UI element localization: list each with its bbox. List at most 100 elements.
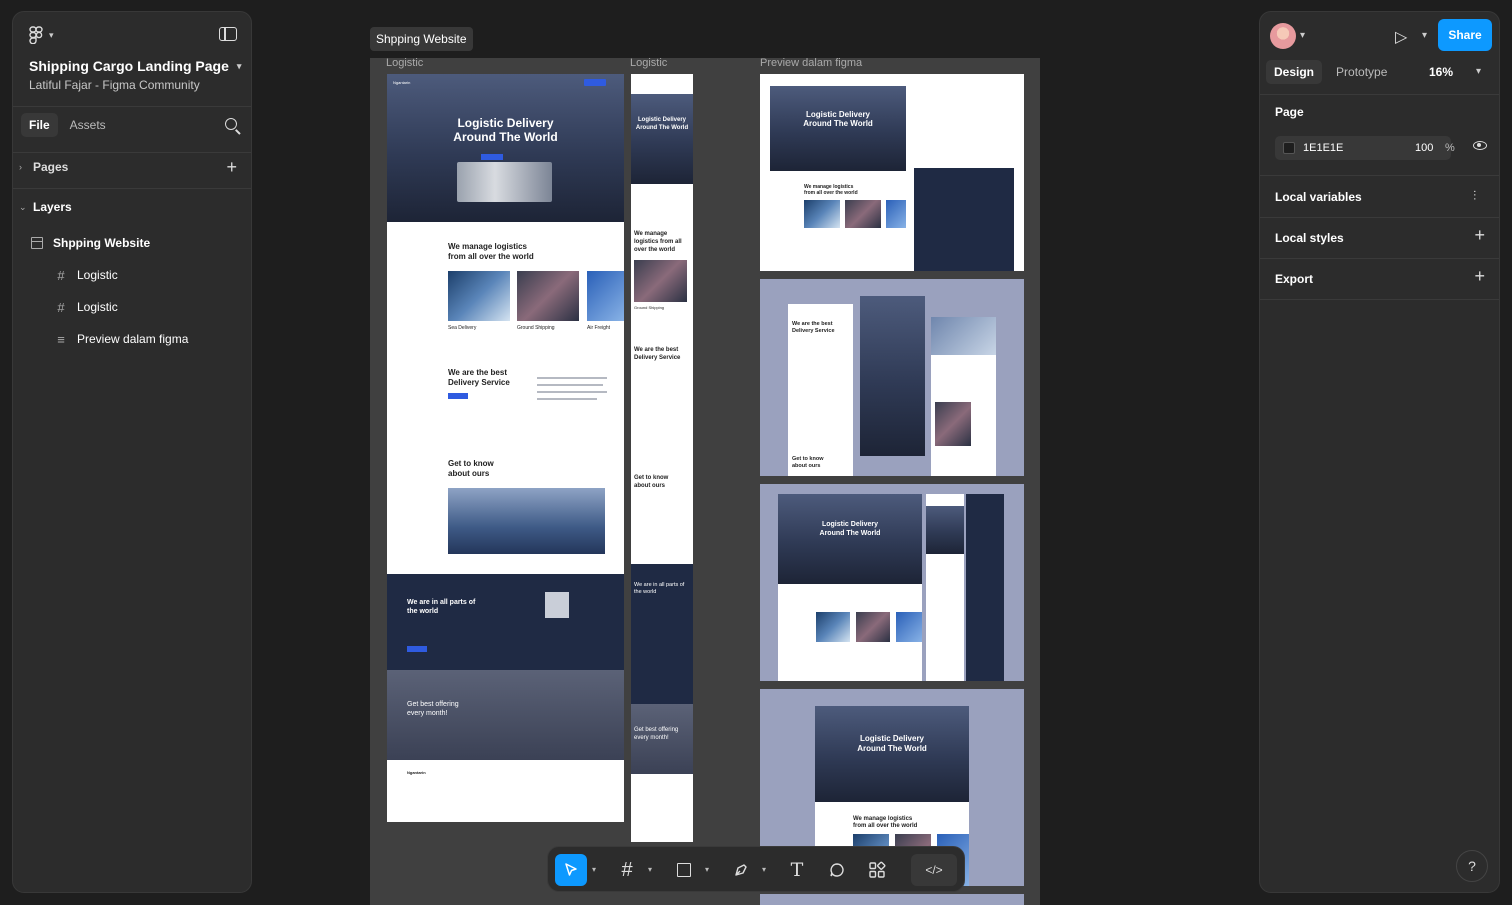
variables-icon[interactable]: ⫶ [1473, 188, 1476, 204]
present-play-icon[interactable]: ▷ [1395, 27, 1407, 47]
chevron-down-icon[interactable]: ▾ [648, 865, 652, 874]
share-button[interactable]: Share [1438, 19, 1492, 51]
preview-hero-title: Logistic Delivery Around The World [770, 110, 906, 128]
heading-line: Delivery Service [448, 378, 510, 387]
hero-title: Logistic Delivery Around The World [387, 116, 624, 144]
tab-file[interactable]: File [21, 113, 58, 137]
chevron-down-icon[interactable]: ▾ [1476, 66, 1481, 77]
components-tool-button[interactable] [861, 854, 893, 886]
heading-line: Get best offering [407, 701, 459, 708]
frame-label[interactable]: Preview dalam figma [760, 57, 862, 69]
layer-item-frame[interactable]: # Logistic [13, 261, 251, 289]
chevron-down-icon[interactable]: ▾ [592, 865, 596, 874]
layer-item-frame[interactable]: # Logistic [13, 293, 251, 321]
sea-photo [448, 271, 510, 321]
chevron-down-icon: ⌄ [19, 201, 27, 212]
layer-item-section[interactable]: Shpping Website [13, 229, 251, 257]
mobile-offer-heading: Get best offering every month! [634, 726, 678, 742]
add-export-icon[interactable]: + [1474, 266, 1485, 287]
chevron-down-icon[interactable]: ▾ [1422, 30, 1427, 41]
add-page-icon[interactable]: + [226, 157, 237, 178]
figma-menu-button[interactable]: ▾ [29, 26, 54, 44]
preview-thumbnail-3[interactable]: Logistic Delivery Around The World [760, 484, 1024, 681]
search-icon[interactable] [225, 118, 237, 130]
preview-thumbnail-5[interactable] [760, 894, 1024, 905]
heading-line: the world [407, 608, 439, 615]
preview-manage-heading: We manage logistics from all over the wo… [804, 184, 858, 196]
offer-section: Get best offering every month! [387, 670, 624, 760]
pages-section-header[interactable]: › Pages + [13, 155, 251, 179]
pen-tool-button[interactable] [725, 854, 757, 886]
frame-icon: # [57, 267, 65, 283]
right-panel: ▾ ▷ ▾ Share Design Prototype 16% ▾ Page … [1259, 11, 1500, 893]
heading-line: We manage logistics [448, 242, 527, 251]
avatar[interactable] [1270, 23, 1296, 49]
tab-design[interactable]: Design [1266, 60, 1323, 84]
left-tabs: File Assets [21, 113, 114, 137]
mobile-best-heading: We are the best Delivery Service [634, 346, 680, 362]
chevron-down-icon[interactable]: ▾ [705, 865, 709, 874]
preview-desktop: Logistic Delivery Around The World [778, 494, 922, 681]
service-label: Air Freight [587, 325, 611, 331]
heading-line: about ours [448, 469, 490, 478]
section-tag[interactable]: Shpping Website [370, 27, 473, 51]
file-title[interactable]: Shipping Cargo Landing Page ▾ [29, 58, 241, 74]
layer-label: Shpping Website [53, 236, 151, 250]
canvas[interactable]: ▾ Shipping Cargo Landing Page ▾ Latiful … [0, 0, 1512, 905]
preview-hero-title: Logistic Delivery Around The World [815, 734, 969, 754]
section-frame[interactable]: Logistic Logistic Preview dalam figma Ng… [370, 57, 1040, 905]
preview-hero: Logistic Delivery Around The World [778, 494, 922, 584]
export-label[interactable]: Export [1275, 272, 1313, 286]
design-tabs: Design Prototype [1266, 60, 1395, 84]
preview-hero: Logistic Delivery Around The World [770, 86, 906, 171]
heading-line: from all over the world [853, 823, 918, 829]
layer-item-text[interactable]: ≡ Preview dalam figma [13, 325, 251, 353]
local-styles-label[interactable]: Local styles [1275, 231, 1344, 245]
move-tool-button[interactable] [555, 854, 587, 886]
mobile-hero: Logistic Delivery Around The World [631, 94, 693, 184]
mobile-offer-section: Get best offering every month! [631, 704, 693, 774]
page-fill-opacity[interactable]: 100 [1415, 142, 1433, 154]
local-variables-label[interactable]: Local variables [1275, 190, 1362, 204]
frame-icon: # [621, 858, 633, 881]
frame-tool-button[interactable]: # [611, 854, 643, 886]
chevron-down-icon[interactable]: ▾ [1300, 30, 1305, 41]
divider [1260, 94, 1499, 95]
percent-sign: % [1445, 142, 1455, 154]
comment-icon [830, 863, 844, 877]
heading-line: Get best offering [634, 727, 679, 733]
service-label: Ground Shipping [517, 325, 555, 331]
preview-plane-photo [886, 200, 906, 228]
comment-tool-button[interactable] [821, 854, 853, 886]
chevron-down-icon[interactable]: ▾ [762, 865, 766, 874]
preview-thumbnail-2[interactable]: We are the best Delivery Service Get to … [760, 279, 1024, 476]
sidebar-toggle-icon[interactable] [219, 27, 237, 41]
layers-section-header[interactable]: ⌄ Layers [13, 195, 251, 219]
video-thumbnail [448, 488, 605, 554]
tab-prototype[interactable]: Prototype [1328, 60, 1395, 84]
frame-label[interactable]: Logistic [630, 57, 667, 69]
color-swatch[interactable] [1283, 142, 1295, 154]
text-tool-button[interactable]: T [781, 854, 813, 886]
mobile-hero-title: Logistic Delivery Around The World [631, 116, 693, 132]
page-fill-hex[interactable]: 1E1E1E [1303, 142, 1343, 154]
desktop-frame[interactable]: Ngantarin Logistic Delivery Around The W… [387, 74, 624, 822]
page-fill-field[interactable]: 1E1E1E 100 % [1275, 136, 1455, 160]
figma-logo-icon [29, 26, 43, 44]
chevron-down-icon: ▾ [236, 60, 242, 71]
pen-icon [735, 864, 747, 876]
frame-label[interactable]: Logistic [386, 57, 423, 69]
dev-mode-button[interactable]: </> [911, 854, 957, 886]
left-panel: ▾ Shipping Cargo Landing Page ▾ Latiful … [12, 11, 252, 893]
help-button[interactable]: ? [1456, 850, 1488, 882]
mobile-frame[interactable]: Logistic Delivery Around The World We ma… [631, 74, 693, 842]
eye-icon[interactable] [1473, 141, 1487, 150]
preview-thumbnail-1[interactable]: Logistic Delivery Around The World We ma… [760, 74, 1024, 271]
tab-assets[interactable]: Assets [62, 113, 114, 137]
zoom-level[interactable]: 16% [1429, 65, 1453, 79]
shape-tool-button[interactable] [668, 854, 700, 886]
add-style-icon[interactable]: + [1474, 225, 1485, 246]
divider [1260, 299, 1499, 300]
preview-hero-title: Logistic Delivery Around The World [778, 520, 922, 538]
service-label: Sea Delivery [448, 325, 477, 331]
